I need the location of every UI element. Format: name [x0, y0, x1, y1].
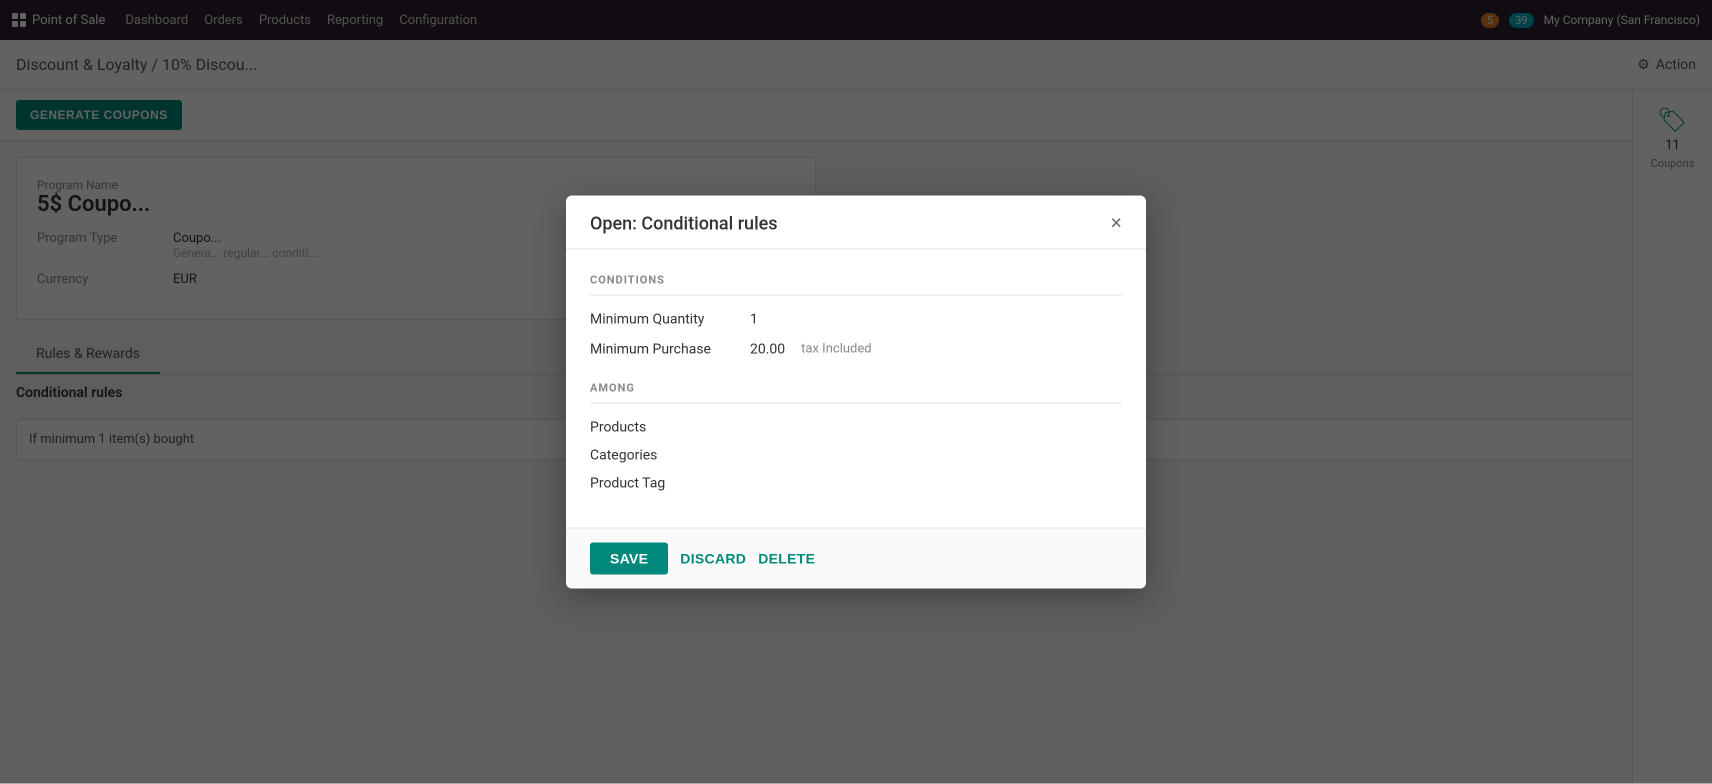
save-button[interactable]: SAVE: [590, 542, 668, 574]
min-purchase-subtext: tax Included: [801, 342, 871, 357]
among-header: AMONG: [590, 381, 1122, 403]
min-purchase-row: Minimum Purchase 20.00 tax Included: [590, 341, 1122, 357]
conditions-header: CONDITIONS: [590, 273, 1122, 295]
modal-body: CONDITIONS Minimum Quantity 1 Minimum Pu…: [566, 249, 1146, 527]
delete-button[interactable]: DELETE: [758, 550, 815, 566]
categories-field[interactable]: Categories: [590, 447, 1122, 463]
min-purchase-label: Minimum Purchase: [590, 341, 750, 357]
modal-conditional-rules: Open: Conditional rules × CONDITIONS Min…: [566, 195, 1146, 588]
modal-title: Open: Conditional rules: [590, 213, 778, 234]
min-purchase-value[interactable]: 20.00: [750, 341, 785, 357]
product-tag-field[interactable]: Product Tag: [590, 475, 1122, 491]
min-quantity-label: Minimum Quantity: [590, 311, 750, 327]
products-field[interactable]: Products: [590, 419, 1122, 435]
discard-button[interactable]: DISCARD: [680, 550, 746, 566]
modal-header: Open: Conditional rules ×: [566, 195, 1146, 249]
min-quantity-value[interactable]: 1: [750, 311, 758, 327]
modal-close-button[interactable]: ×: [1110, 214, 1122, 234]
among-section: AMONG Products Categories Product Tag: [590, 381, 1122, 491]
min-quantity-row: Minimum Quantity 1: [590, 311, 1122, 327]
modal-footer: SAVE DISCARD DELETE: [566, 527, 1146, 588]
